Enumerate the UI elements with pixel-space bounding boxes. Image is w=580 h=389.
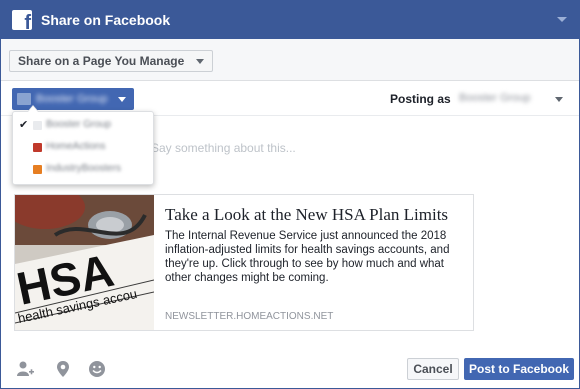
title-bar: f Share on Facebook bbox=[1, 1, 579, 39]
dropdown-item-booster-group[interactable]: ✔ Booster Group bbox=[13, 116, 153, 136]
link-domain: NEWSLETTER.HOMEACTIONS.NET bbox=[165, 311, 334, 322]
dialog-footer: Cancel Post to Facebook bbox=[1, 350, 579, 388]
page-thumb-icon bbox=[33, 143, 42, 152]
dropdown-item-label: Booster Group bbox=[46, 119, 112, 130]
location-icon[interactable] bbox=[53, 359, 73, 379]
link-preview-body: Take a Look at the New HSA Plan Limits T… bbox=[163, 195, 468, 330]
chevron-down-icon[interactable] bbox=[557, 17, 567, 22]
dropdown-arrow-inner bbox=[28, 106, 38, 112]
posting-as-label: Posting as bbox=[390, 92, 451, 106]
caret-down-icon bbox=[196, 59, 205, 64]
share-target-label: Share on a Page You Manage bbox=[18, 54, 185, 68]
page-dropdown-menu: ✔ Booster Group HomeActions IndustryBoos… bbox=[12, 105, 154, 185]
caret-down-icon bbox=[118, 97, 126, 102]
hsa-illustration-icon: HSA health savings accou bbox=[15, 195, 154, 330]
share-dialog: f Share on Facebook Share on a Page You … bbox=[0, 0, 580, 389]
post-to-facebook-button[interactable]: Post to Facebook bbox=[464, 358, 574, 380]
page-thumb-icon bbox=[33, 121, 42, 130]
link-description: The Internal Revenue Service just announ… bbox=[165, 230, 450, 284]
composer-input[interactable]: Say something about this... bbox=[151, 141, 296, 155]
link-preview-card[interactable]: HSA health savings accou Take a Look at … bbox=[14, 194, 474, 331]
share-target-select[interactable]: Share on a Page You Manage bbox=[9, 50, 214, 72]
dropdown-item-label: IndustryBoosters bbox=[46, 163, 122, 174]
page-avatar bbox=[17, 93, 31, 105]
cancel-button[interactable]: Cancel bbox=[407, 358, 459, 380]
link-title[interactable]: Take a Look at the New HSA Plan Limits bbox=[165, 205, 448, 225]
link-preview-image: HSA health savings accou bbox=[15, 195, 154, 330]
posting-as-user[interactable]: Booster Group bbox=[459, 92, 531, 104]
feeling-icon[interactable] bbox=[87, 359, 107, 379]
dropdown-item-homeactions[interactable]: HomeActions bbox=[13, 138, 153, 158]
page-thumb-icon bbox=[33, 165, 42, 174]
share-target-row: Share on a Page You Manage bbox=[1, 39, 579, 81]
dropdown-item-industryboosters[interactable]: IndustryBoosters bbox=[13, 160, 153, 180]
check-icon: ✔ bbox=[19, 119, 29, 131]
dropdown-item-label: HomeActions bbox=[46, 141, 106, 152]
facebook-logo-icon: f bbox=[12, 10, 32, 30]
dialog-title: Share on Facebook bbox=[41, 12, 171, 28]
posting-as-caret-icon[interactable] bbox=[555, 97, 563, 102]
page-select-name: Booster Group bbox=[36, 93, 108, 105]
tag-friends-icon[interactable] bbox=[15, 359, 35, 379]
